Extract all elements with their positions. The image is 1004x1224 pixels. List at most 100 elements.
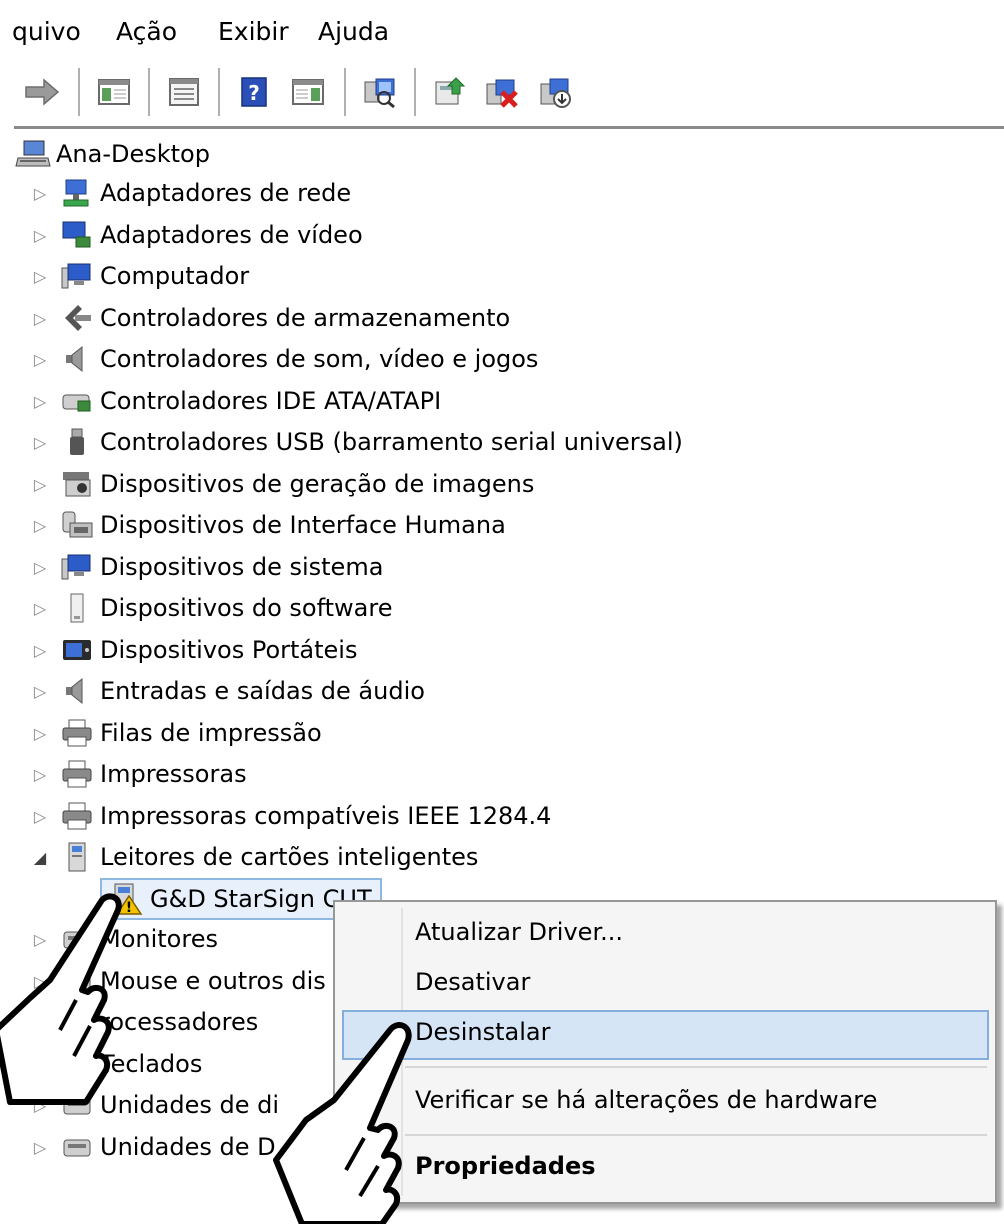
tree-item-dispositivos-do-software[interactable]: ▷ Dispositivos do software — [30, 589, 392, 627]
menu-help[interactable]: Ajuda — [318, 14, 389, 50]
svg-text:?: ? — [248, 81, 260, 105]
tree-item-label: Unidades de D — [100, 1133, 276, 1161]
imaging-device-icon — [58, 467, 96, 501]
tree-item-label: Dispositivos de Interface Humana — [100, 511, 506, 539]
tree-item-controladores-de-armazenamento[interactable]: ▷ Controladores de armazenamento — [30, 299, 510, 337]
context-menu-separator — [405, 1066, 987, 1068]
forward-arrow-icon[interactable] — [22, 70, 62, 114]
tree-item-dispositivos-portateis[interactable]: ▷ Dispositivos Portáteis — [30, 631, 358, 669]
tree-item-computador[interactable]: ▷ Computador — [30, 257, 249, 295]
network-adapter-icon — [58, 176, 96, 210]
toolbar-divider — [14, 126, 1004, 129]
smart-card-reader-icon — [58, 840, 96, 874]
menu-item-update-driver[interactable]: Atualizar Driver... — [415, 918, 623, 946]
tree-item-controladores-ide-ata-atapi[interactable]: ▷ Controladores IDE ATA/ATAPI — [30, 382, 441, 420]
tree-item-label: Adaptadores de rede — [100, 179, 352, 207]
tree-item-dispositivos-de-interface-humana[interactable]: ▷ Dispositivos de Interface Humana — [30, 506, 506, 544]
expand-arrow-icon[interactable]: ▷ — [30, 350, 50, 369]
tree-root[interactable]: Ana-Desktop — [14, 136, 210, 172]
tree-item-label: Filas de impressão — [100, 719, 322, 747]
hand-pointer-icon — [0, 893, 122, 1105]
hand-pointer-icon — [273, 1022, 412, 1224]
tree-item-label: Controladores de som, vídeo e jogos — [100, 345, 539, 373]
expand-arrow-icon[interactable]: ▷ — [30, 392, 50, 411]
menu-item-properties[interactable]: Propriedades — [415, 1152, 596, 1180]
tree-item-label: Impressoras — [100, 760, 247, 788]
hid-icon — [58, 508, 96, 542]
expand-arrow-icon[interactable]: ▷ — [30, 682, 50, 701]
system-device-icon — [58, 550, 96, 584]
menu-bar: quivo Ação Exibir Ajuda — [0, 0, 1004, 60]
menu-view[interactable]: Exibir — [218, 14, 289, 50]
context-menu: Atualizar Driver... Desativar Desinstala… — [333, 900, 997, 1204]
expand-arrow-icon[interactable]: ▷ — [30, 267, 50, 286]
menu-file[interactable]: quivo — [12, 14, 81, 50]
expand-arrow-icon[interactable]: ▷ — [30, 724, 50, 743]
expand-arrow-icon[interactable]: ▷ — [30, 641, 50, 660]
tree-item-label: Controladores USB (barramento serial uni… — [100, 428, 683, 456]
tree-item-impressoras-compativeis-ieee-1284-4[interactable]: ▷ Impressoras compatíveis IEEE 1284.4 — [30, 797, 552, 835]
expand-arrow-icon[interactable]: ▷ — [30, 433, 50, 452]
tree-item-dispositivos-de-sistema[interactable]: ▷ Dispositivos de sistema — [30, 548, 384, 586]
dvd-drive-icon — [58, 1130, 96, 1164]
expand-arrow-icon[interactable]: ▷ — [30, 516, 50, 535]
expand-arrow-icon[interactable]: ▷ — [30, 807, 50, 826]
tree-item-label: Controladores de armazenamento — [100, 304, 511, 332]
tree-item-label: Controladores IDE ATA/ATAPI — [100, 387, 442, 415]
printer-icon — [58, 757, 96, 791]
printer-icon — [58, 799, 96, 833]
tree-item-adaptadores-de-video[interactable]: ▷ Adaptadores de vídeo — [30, 216, 363, 254]
tree-item-label: Entradas e saídas de áudio — [100, 677, 425, 705]
display-adapter-icon — [58, 218, 96, 252]
toolbar-separator — [78, 68, 80, 116]
disable-device-icon[interactable] — [536, 70, 576, 114]
toolbar-separator — [218, 68, 220, 116]
tree-item-leitores-de-cartoes-inteligentes[interactable]: ◢ Leitores de cartões inteligentes — [30, 838, 478, 876]
portable-device-icon — [58, 633, 96, 667]
menu-item-uninstall[interactable]: Desinstalar — [415, 1018, 551, 1046]
tree-item-dispositivos-de-geracao-de-imagens[interactable]: ▷ Dispositivos de geração de imagens — [30, 465, 535, 503]
tree-item-label: Computador — [100, 262, 250, 290]
tree-item-filas-de-impressao[interactable]: ▷ Filas de impressão — [30, 714, 322, 752]
uninstall-icon[interactable] — [482, 70, 522, 114]
expand-arrow-icon[interactable]: ▷ — [30, 475, 50, 494]
update-driver-icon[interactable] — [430, 70, 470, 114]
action-pane-icon[interactable] — [288, 70, 328, 114]
menu-item-disable[interactable]: Desativar — [415, 968, 530, 996]
tree-item-controladores-usb-barramento-serial-universal[interactable]: ▷ Controladores USB (barramento serial un… — [30, 423, 683, 461]
scan-hardware-icon[interactable] — [360, 70, 400, 114]
tree-item-impressoras[interactable]: ▷ Impressoras — [30, 755, 247, 793]
speaker-icon — [58, 342, 96, 376]
menu-action[interactable]: Ação — [116, 14, 177, 50]
context-menu-separator — [405, 1134, 987, 1136]
storage-controller-icon — [58, 301, 96, 335]
expand-arrow-icon[interactable]: ▷ — [30, 226, 50, 245]
menu-item-scan-hardware[interactable]: Verificar se há alterações de hardware — [415, 1086, 877, 1114]
audio-io-icon — [58, 674, 96, 708]
computer-icon — [58, 259, 96, 293]
tree-item-entradas-e-saidas-de-audio[interactable]: ▷ Entradas e saídas de áudio — [30, 672, 425, 710]
help-icon[interactable]: ? — [234, 70, 274, 114]
toolbar-separator — [148, 68, 150, 116]
expand-arrow-icon[interactable]: ▷ — [30, 558, 50, 577]
expand-arrow-icon[interactable]: ▷ — [30, 309, 50, 328]
expand-arrow-icon[interactable]: ▷ — [30, 184, 50, 203]
tree-item-label: Dispositivos Portáteis — [100, 636, 358, 664]
print-queue-icon — [58, 716, 96, 750]
ide-controller-icon — [58, 384, 96, 418]
tree-item-adaptadores-de-rede[interactable]: ▷ Adaptadores de rede — [30, 174, 351, 212]
tree-item-label: Dispositivos de geração de imagens — [100, 470, 535, 498]
expand-arrow-icon[interactable]: ▷ — [30, 1138, 50, 1157]
tree-root-label: Ana-Desktop — [56, 140, 210, 168]
usb-icon — [58, 425, 96, 459]
tree-item-label: Leitores de cartões inteligentes — [100, 843, 479, 871]
expand-arrow-icon[interactable]: ▷ — [30, 599, 50, 618]
expand-arrow-icon[interactable]: ▷ — [30, 765, 50, 784]
properties-icon[interactable] — [164, 70, 204, 114]
tree-item-controladores-de-som-video-e-jogos[interactable]: ▷ Controladores de som, vídeo e jogos — [30, 340, 539, 378]
toolbar-separator — [414, 68, 416, 116]
collapse-arrow-icon[interactable]: ◢ — [30, 848, 50, 867]
tree-item-label: Impressoras compatíveis IEEE 1284.4 — [100, 802, 552, 830]
tree-item-unidades-de-d[interactable]: ▷ Unidades de D — [30, 1128, 276, 1166]
show-hide-console-tree-icon[interactable] — [94, 70, 134, 114]
